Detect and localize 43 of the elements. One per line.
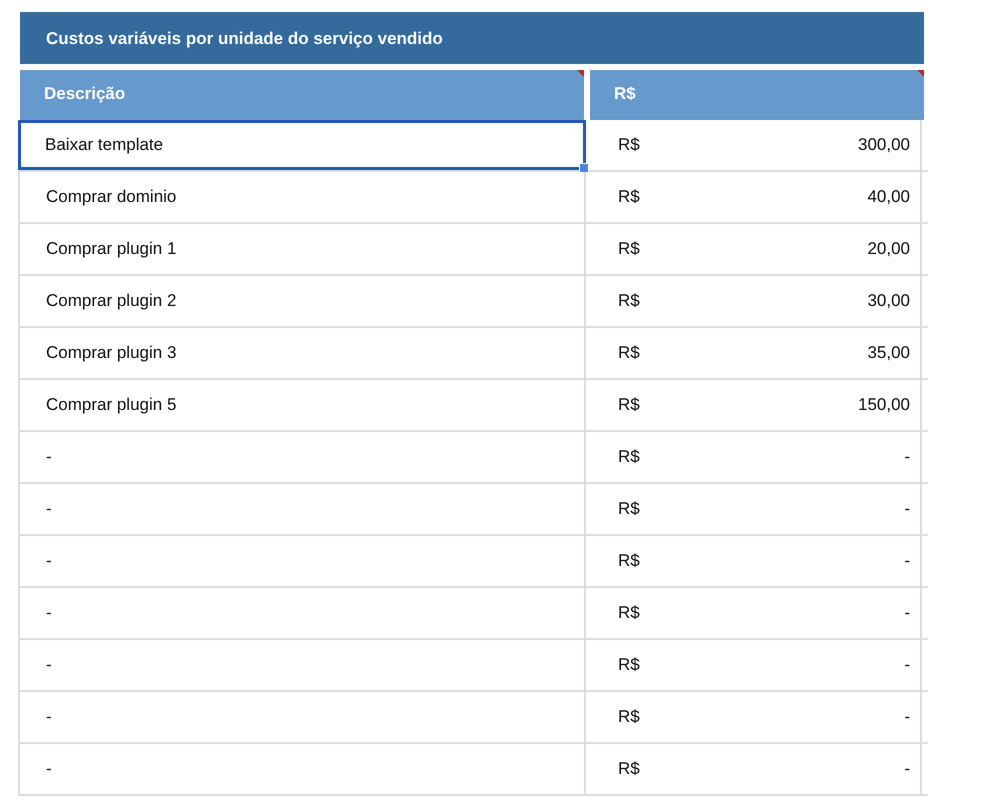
table-cell[interactable]: - [18,692,586,742]
table-cell[interactable]: - [18,484,586,534]
column-header: Descrição [20,70,584,120]
table-cell[interactable]: - [18,744,586,794]
table-cell: R$ [618,135,640,155]
table-cell: - [904,655,910,675]
table-cell: - [904,551,910,571]
table-cell: R$ [618,655,640,675]
table-cell[interactable]: Comprar plugin 5 [18,380,586,430]
table-cell: R$ [618,187,640,207]
column-header: R$ [590,70,924,120]
table-cell: R$ [618,499,640,519]
table-cell[interactable]: - [18,588,586,638]
table-cell[interactable]: - [18,640,586,690]
fill-handle[interactable] [579,163,589,173]
table-cell[interactable]: Comprar plugin 2 [18,276,586,326]
table-cell: 35,00 [867,343,910,363]
table-cell: - [904,759,910,779]
table-cell[interactable]: - [18,432,586,482]
table-cell: - [904,707,910,727]
table-cell: 30,00 [867,291,910,311]
table-cell: R$ [618,759,640,779]
table-cell: R$ [618,343,640,363]
table-cell: R$ [618,395,640,415]
table-title: Custos variáveis por unidade do serviço vendido [20,12,924,64]
table-cell: R$ [618,707,640,727]
table-cell: R$ [618,551,640,571]
table-cell: 300,00 [858,135,910,155]
table-cell: - [904,499,910,519]
table-cell[interactable]: Baixar template [18,120,586,170]
table-cell: R$ [618,447,640,467]
table-cell: - [904,447,910,467]
table-cell: R$ [618,603,640,623]
table-cell: 40,00 [867,187,910,207]
table-cell: 150,00 [858,395,910,415]
table-cell: - [904,603,910,623]
table-cell: R$ [618,239,640,259]
table-cell: 20,00 [867,239,910,259]
table-cell[interactable]: Comprar dominio [18,172,586,222]
table-cell[interactable]: Comprar plugin 1 [18,224,586,274]
table-cell[interactable]: Comprar plugin 3 [18,328,586,378]
table-cell: R$ [618,291,640,311]
table-cell[interactable]: - [18,536,586,586]
